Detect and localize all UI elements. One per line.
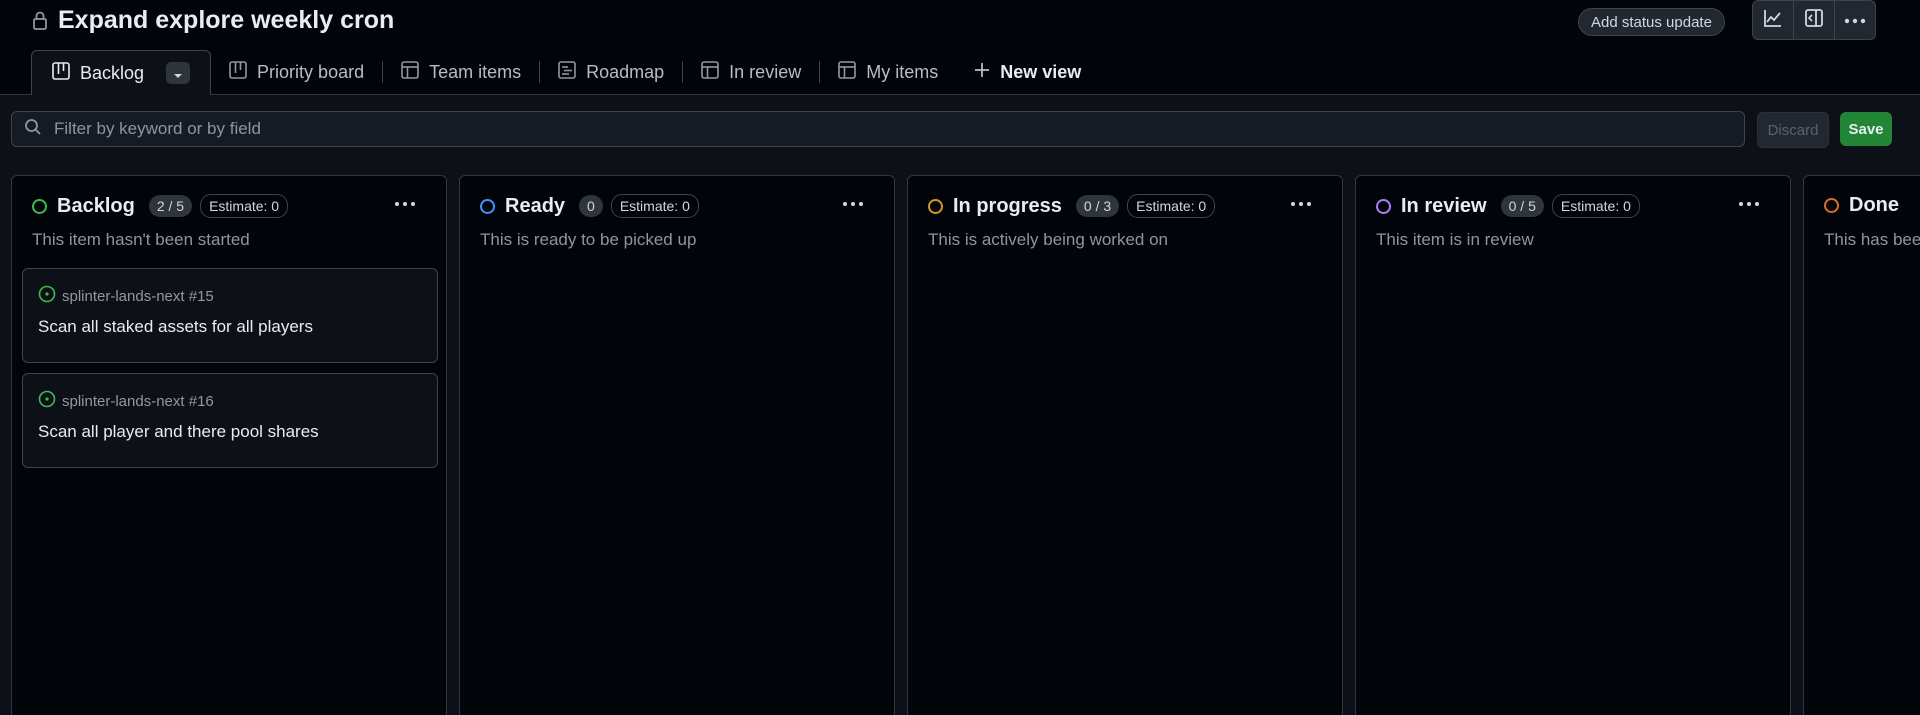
column-description: This item is in review (1376, 230, 1534, 249)
roadmap-icon (558, 60, 576, 84)
tab-backlog[interactable]: Backlog (31, 50, 212, 95)
kebab-icon (1738, 190, 1760, 212)
tab-in-review[interactable]: In review (683, 50, 819, 94)
kebab-icon (394, 190, 416, 212)
issue-card[interactable]: splinter-lands-next #16 Scan all player … (22, 373, 438, 468)
more-options-button[interactable] (1835, 1, 1875, 39)
card-title[interactable]: Scan all player and there pool shares (38, 422, 319, 442)
board: Backlog 2 / 5 Estimate: 0 This item hasn… (0, 175, 1920, 715)
table-icon (701, 60, 719, 84)
column-in-progress: In progress 0 / 3 Estimate: 0 This is ac… (907, 175, 1343, 715)
filter-bar: Discard Save (0, 95, 1920, 175)
column-header: In review 0 / 5 Estimate: 0 (1376, 194, 1640, 218)
status-circle-icon (1376, 198, 1391, 214)
column-header: Done (1824, 194, 1899, 217)
kebab-icon (842, 190, 864, 212)
column-description: This is actively being worked on (928, 230, 1169, 249)
column-description: This item hasn't been started (32, 230, 250, 249)
tab-label: My items (866, 61, 939, 82)
discard-button[interactable]: Discard (1757, 112, 1829, 148)
column-in-review: In review 0 / 5 Estimate: 0 This item is… (1355, 175, 1791, 715)
column-done: Done This has bee (1803, 175, 1920, 715)
tab-label: In review (729, 61, 802, 82)
kebab-icon (1290, 190, 1312, 212)
plus-icon (974, 62, 990, 83)
insights-button[interactable] (1753, 1, 1794, 39)
issue-card[interactable]: splinter-lands-next #15 Scan all staked … (22, 268, 438, 363)
tab-roadmap[interactable]: Roadmap (540, 50, 682, 94)
column-header: In progress 0 / 3 Estimate: 0 (928, 194, 1216, 218)
column-count: 2 / 5 (148, 195, 193, 217)
column-estimate: Estimate: 0 (610, 194, 699, 218)
tab-label: Roadmap (586, 61, 665, 82)
sidebar-icon (1804, 8, 1824, 33)
repo-reference[interactable]: splinter-lands-next #16 (62, 393, 214, 410)
table-icon (838, 60, 857, 84)
status-circle-icon (32, 198, 47, 214)
column-menu-button[interactable] (1290, 190, 1312, 213)
kebab-icon (1844, 11, 1866, 29)
table-icon (401, 60, 419, 84)
side-panel-button[interactable] (1794, 1, 1835, 39)
search-icon (24, 118, 42, 141)
column-estimate: Estimate: 0 (200, 194, 289, 218)
tab-label: Backlog (80, 62, 145, 83)
column-header: Backlog 2 / 5 Estimate: 0 (32, 194, 289, 218)
column-menu-button[interactable] (842, 190, 864, 213)
new-view-button[interactable]: New view (956, 50, 1099, 94)
column-estimate: Estimate: 0 (1127, 194, 1216, 218)
tab-my-items[interactable]: My items (820, 50, 956, 94)
column-name: In review (1401, 194, 1487, 217)
title-row: Expand explore weekly cron (32, 6, 394, 35)
column-ready: Ready 0 Estimate: 0 This is ready to be … (459, 175, 895, 715)
repo-reference[interactable]: splinter-lands-next #15 (62, 288, 214, 305)
tab-label: Priority board (257, 61, 365, 82)
column-count: 0 / 3 (1075, 195, 1120, 217)
issue-open-icon (38, 390, 56, 412)
column-menu-button[interactable] (394, 190, 416, 213)
tab-team-items[interactable]: Team items (383, 50, 539, 94)
status-circle-icon (1824, 198, 1839, 213)
add-status-update-button[interactable]: Add status update (1578, 8, 1725, 36)
save-button[interactable]: Save (1840, 112, 1892, 146)
status-circle-icon (928, 198, 943, 214)
tab-label: New view (1000, 61, 1082, 82)
card-repo: splinter-lands-next #15 (38, 285, 214, 307)
filter-box (11, 111, 1745, 147)
project-title: Expand explore weekly cron (58, 6, 395, 34)
view-options-dropdown[interactable] (166, 62, 191, 84)
header-actions (1752, 0, 1876, 40)
column-estimate: Estimate: 0 (1551, 194, 1640, 218)
column-header: Ready 0 Estimate: 0 (480, 194, 699, 218)
column-name: Backlog (57, 194, 135, 217)
column-backlog: Backlog 2 / 5 Estimate: 0 This item hasn… (11, 175, 447, 715)
view-tabs: Backlog Priority board Team items Roadma… (31, 50, 1099, 95)
column-name: Ready (505, 194, 566, 217)
column-description: This is ready to be picked up (480, 230, 697, 249)
project-header: Expand explore weekly cron Add status up… (0, 0, 1920, 95)
tab-label: Team items (429, 61, 522, 82)
chevron-down-icon (173, 63, 183, 84)
column-count: 0 / 5 (1500, 195, 1544, 217)
chart-icon (1763, 8, 1783, 33)
board-icon (52, 61, 70, 85)
card-repo: splinter-lands-next #16 (38, 390, 214, 412)
column-menu-button[interactable] (1738, 190, 1760, 213)
card-title[interactable]: Scan all staked assets for all players (38, 317, 313, 337)
lock-icon (32, 10, 50, 32)
column-name: In progress (953, 194, 1062, 217)
column-description: This has bee (1824, 230, 1920, 249)
tab-priority-board[interactable]: Priority board (211, 50, 382, 94)
column-count: 0 (579, 195, 603, 217)
filter-input[interactable] (52, 118, 1656, 140)
column-name: Done (1849, 194, 1899, 216)
issue-open-icon (38, 285, 56, 307)
status-circle-icon (480, 198, 495, 214)
board-icon (229, 60, 247, 84)
